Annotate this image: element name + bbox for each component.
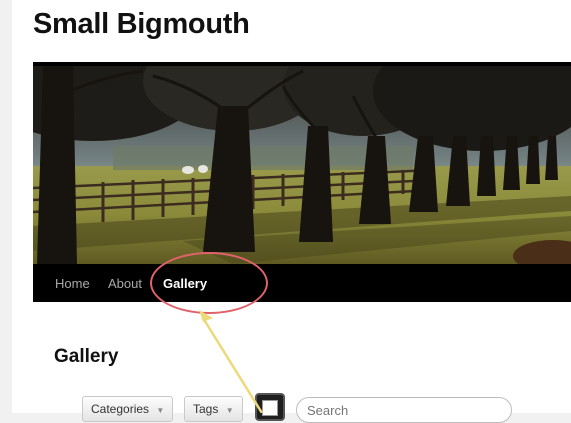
chevron-down-icon: ▼ [156, 406, 165, 415]
nav-item-about[interactable]: About [108, 276, 142, 291]
page: Small Bigmouth Home About Gallery Galler… [12, 0, 571, 423]
square-icon [262, 400, 278, 416]
view-toggle-button[interactable] [255, 393, 285, 421]
search-input[interactable] [296, 397, 512, 423]
tags-dropdown-button[interactable]: Tags ▼ [184, 396, 243, 422]
categories-label: Categories [91, 402, 150, 416]
chevron-down-icon: ▼ [225, 406, 234, 415]
banner-landscape-illustration [33, 66, 571, 264]
main-navigation: Home About Gallery [33, 264, 571, 302]
nav-item-home[interactable]: Home [55, 276, 90, 291]
site-title[interactable]: Small Bigmouth [33, 8, 250, 41]
tags-label: Tags [193, 402, 219, 416]
nav-item-gallery[interactable]: Gallery [163, 276, 207, 291]
categories-dropdown-button[interactable]: Categories ▼ [82, 396, 174, 422]
header-banner-image [33, 62, 571, 264]
page-heading: Gallery [54, 346, 119, 367]
